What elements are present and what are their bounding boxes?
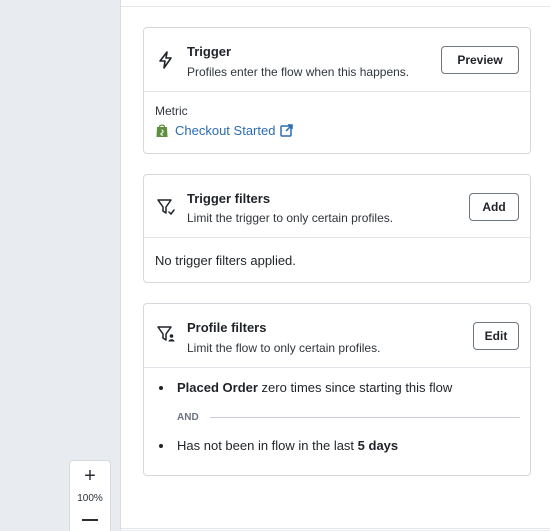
shopify-bag-icon — [156, 124, 168, 137]
condition-not-in-flow: Has not been in flow in the last 5 days — [177, 438, 398, 453]
condition-bullet — [159, 444, 163, 448]
and-separator-line — [210, 417, 520, 418]
flow-canvas[interactable] — [0, 0, 120, 530]
trigger-filters-title: Trigger filters — [187, 191, 271, 206]
condition-placed-order: Placed Order zero times since starting t… — [177, 380, 452, 395]
and-separator-label: AND — [177, 412, 199, 423]
metric-value: Checkout Started — [175, 123, 276, 138]
metric-link[interactable]: Checkout Started — [155, 123, 294, 138]
trigger-filters-divider — [144, 237, 530, 238]
condition-rest: zero times since starting this flow — [257, 380, 453, 395]
lightning-icon — [159, 51, 172, 69]
edit-profile-filters-button[interactable]: Edit — [473, 322, 519, 350]
profile-filter-icon — [157, 326, 175, 342]
zoom-out-button[interactable] — [82, 519, 98, 521]
profile-filters-card: Profile filters Limit the flow to only c… — [143, 303, 531, 476]
profile-filters-divider — [144, 367, 530, 368]
condition-metric: Placed Order — [177, 380, 258, 395]
trigger-subtitle: Profiles enter the flow when this happen… — [187, 65, 410, 79]
trigger-title: Trigger — [187, 44, 232, 59]
zoom-in-button[interactable]: + — [70, 466, 110, 486]
profile-filters-title: Profile filters — [187, 320, 267, 335]
trigger-filters-card: Trigger filters Limit the trigger to onl… — [143, 174, 531, 283]
condition-lead: Has not been in flow in the last — [177, 438, 358, 453]
preview-button[interactable]: Preview — [441, 46, 519, 74]
trigger-settings-panel: Trigger Profiles enter the flow when thi… — [120, 0, 550, 530]
condition-duration: 5 days — [357, 438, 399, 453]
metric-label: Metric — [155, 104, 188, 118]
profile-filters-subtitle: Limit the flow to only certain profiles. — [187, 341, 381, 355]
zoom-level: 100% — [77, 493, 103, 504]
no-trigger-filters-text: No trigger filters applied. — [155, 253, 296, 268]
panel-bottom-divider — [121, 528, 550, 529]
filter-icon — [157, 199, 175, 216]
trigger-card: Trigger Profiles enter the flow when thi… — [143, 27, 531, 154]
trigger-filters-subtitle: Limit the trigger to only certain profil… — [187, 211, 394, 225]
condition-bullet — [159, 386, 163, 390]
add-trigger-filter-button[interactable]: Add — [469, 193, 519, 221]
external-link-icon — [280, 124, 294, 137]
zoom-control: + 100% — [69, 460, 111, 531]
panel-top-divider — [121, 6, 550, 7]
trigger-card-divider — [144, 91, 530, 92]
